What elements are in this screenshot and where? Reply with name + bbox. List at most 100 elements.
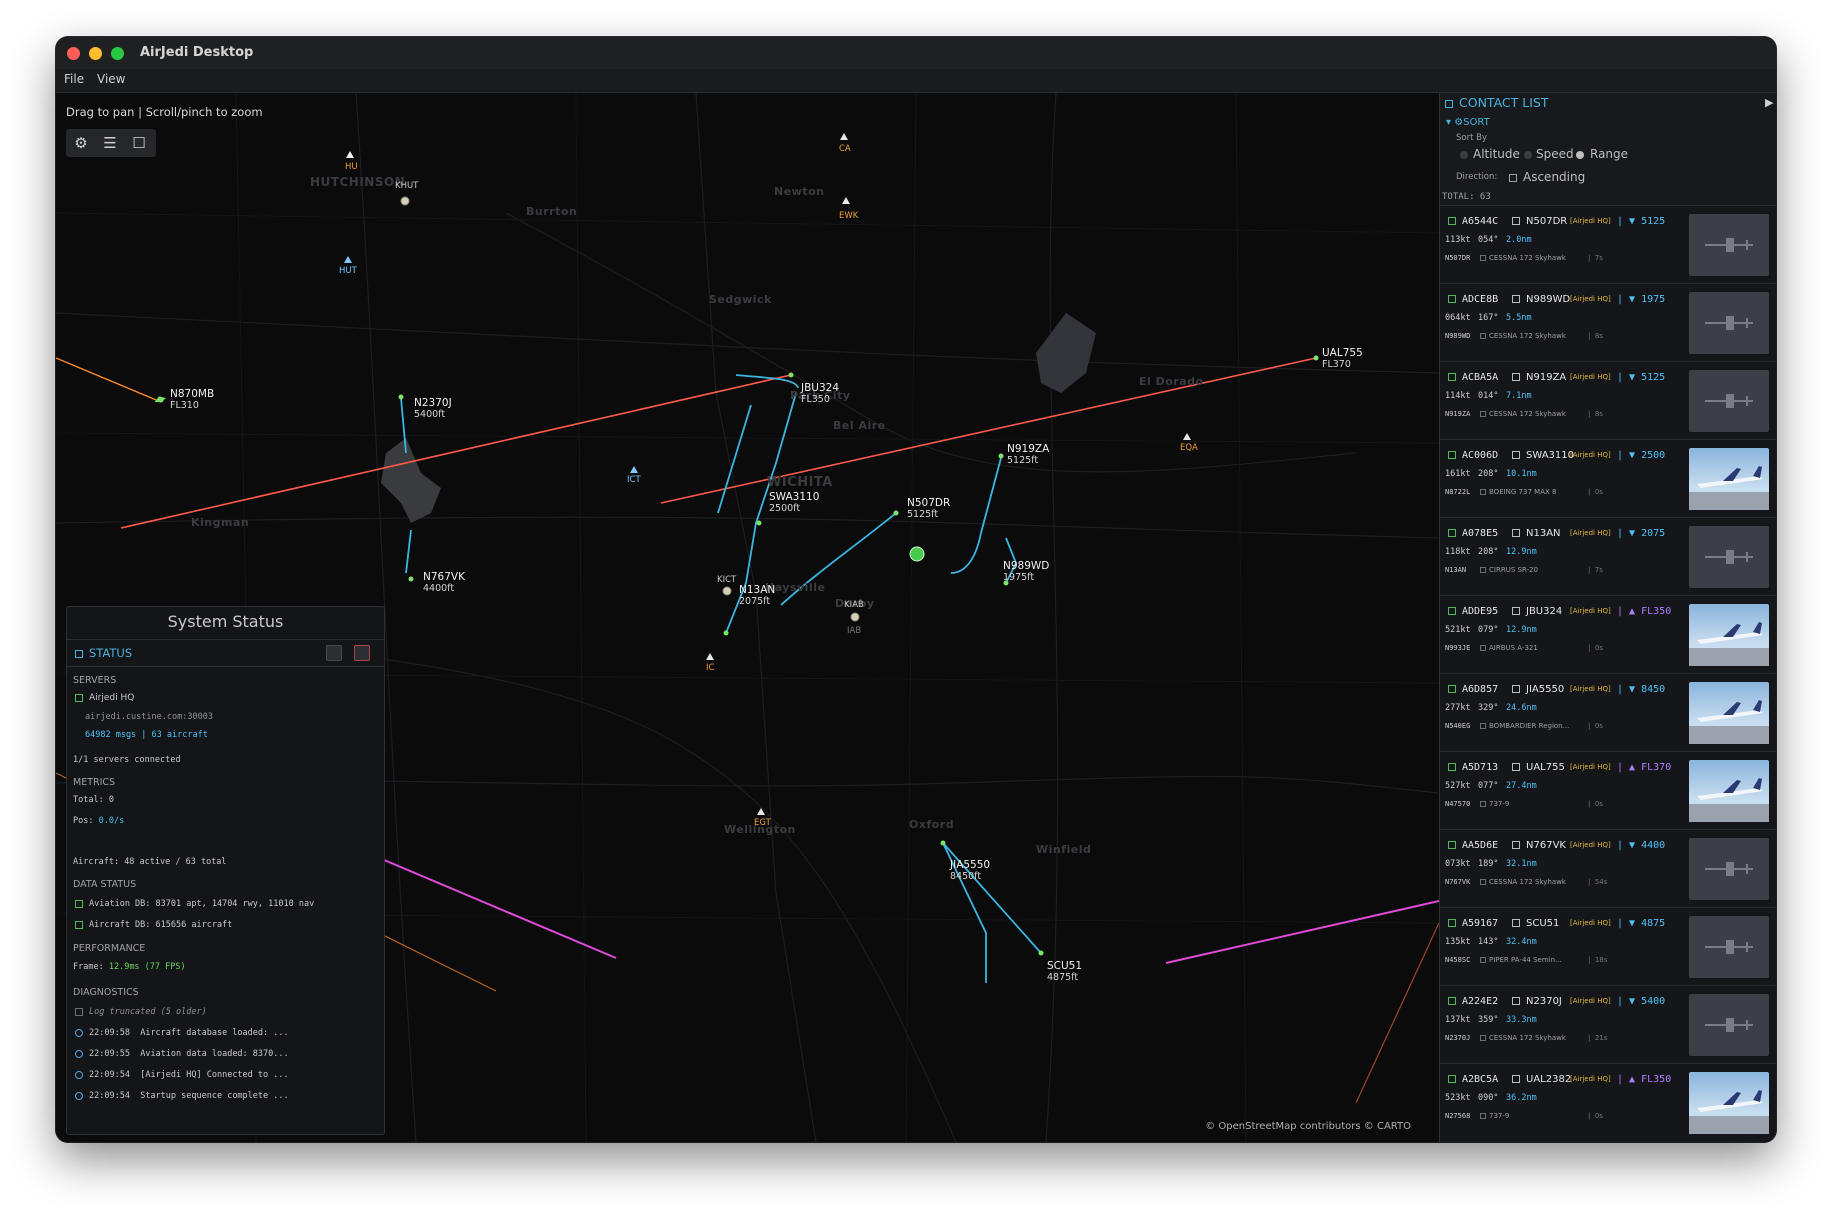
contact-age: | 18s — [1588, 956, 1608, 964]
window-icon[interactable]: ☐ — [128, 133, 150, 153]
menu-view[interactable]: View — [97, 72, 125, 86]
contact-card[interactable]: A59167 SCU51 [Airjedi HQ] | ▼ 4875 135kt 143°… — [1440, 907, 1776, 984]
contact-speed: 114kt — [1445, 391, 1471, 401]
contact-altitude: | ▼ 4400 — [1617, 840, 1666, 851]
sort-altitude-label[interactable]: Altitude — [1473, 147, 1520, 161]
contact-source: [Airjedi HQ] — [1570, 217, 1611, 225]
track-jbu324 — [120, 374, 792, 529]
contact-type: CESSNA 172 Skyhawk — [1480, 878, 1566, 886]
sort-range-radio[interactable] — [1576, 151, 1584, 159]
aircraft-label[interactable]: N989WD 1975ft — [1003, 560, 1049, 584]
minimize-panel-button[interactable] — [326, 645, 342, 661]
contact-card[interactable]: AA5D6E N767VK [Airjedi HQ] | ▼ 4400 073kt 189… — [1440, 829, 1776, 906]
contact-card[interactable]: ADDE95 JBU324 [Airjedi HQ] | ▲ FL350 521kt 07… — [1440, 595, 1776, 672]
contact-type: BOMBARDIER Region... — [1480, 722, 1569, 730]
sort-altitude-radio[interactable] — [1460, 151, 1468, 159]
aircraft-placeholder-icon — [1689, 292, 1769, 354]
sort-header[interactable]: ▾ ⚙SORT — [1446, 117, 1490, 128]
track-magenta-east — [1165, 900, 1439, 964]
log-entry: 22:09:54 [Airjedi HQ] Connected to ... — [75, 1070, 289, 1080]
menu-file[interactable]: File — [64, 72, 84, 86]
contact-range: 2.0nm — [1506, 235, 1532, 245]
aircraft-label[interactable]: N870MB FL310 — [170, 388, 214, 412]
aircraft-label[interactable]: N507DR 5125ft — [907, 497, 950, 521]
aircraft-label[interactable]: N767VK 4400ft — [423, 571, 465, 595]
log-truncated-row[interactable]: Log truncated (5 older) — [75, 1007, 207, 1017]
aircraft-photo — [1689, 448, 1769, 510]
aircraft-label[interactable]: SWA3110 2500ft — [769, 491, 819, 515]
collapse-panel-icon[interactable]: ▶ — [1765, 96, 1773, 109]
aircraft-label[interactable]: N13AN 2075ft — [739, 584, 775, 608]
aircraft-label[interactable]: N919ZA 5125ft — [1007, 443, 1049, 467]
contact-speed: 161kt — [1445, 469, 1471, 479]
list-icon[interactable]: ☰ — [99, 133, 121, 153]
contact-list-panel: CONTACT LIST ▶ ▾ ⚙SORT Sort By Altitude … — [1439, 93, 1776, 1142]
aircraft-label[interactable]: UAL755 FL370 — [1322, 347, 1363, 371]
city-label: Newton — [774, 185, 825, 198]
contact-card[interactable]: AC006D SWA3110 [Airjedi HQ] | ▼ 2500 161kt 20… — [1440, 439, 1776, 516]
contact-type: CESSNA 172 Skyhawk — [1480, 332, 1566, 340]
contact-age: | 0s — [1588, 1112, 1603, 1120]
contact-age: | 0s — [1588, 722, 1603, 730]
aircraft-label[interactable]: N2370J 5400ft — [414, 397, 452, 421]
aircraft-placeholder-icon — [1689, 526, 1769, 588]
status-section-header[interactable]: STATUS — [67, 639, 384, 667]
city-label: El Dorado — [1139, 375, 1204, 388]
contact-source: [Airjedi HQ] — [1570, 763, 1611, 771]
contact-registration: N507DR — [1445, 254, 1471, 262]
map-view[interactable]: HUTCHINSON Burrton Newton Sedgwick Park … — [56, 93, 1439, 1142]
contact-card[interactable]: A2BC5A UAL2382 [Airjedi HQ] | ▲ FL350 523kt 0… — [1440, 1063, 1776, 1140]
contact-card[interactable]: A5D713 UAL755 [Airjedi HQ] | ▲ FL370 527kt 07… — [1440, 751, 1776, 828]
airport-label: EQA — [1180, 443, 1198, 453]
gear-icon[interactable]: ⚙ — [70, 133, 92, 153]
airport-label: KICT — [717, 575, 737, 585]
contact-card[interactable]: ACBA5A N919ZA [Airjedi HQ] | ▼ 5125 114kt 014… — [1440, 361, 1776, 438]
direction-label: Direction: — [1456, 172, 1498, 182]
contact-hex: A5D713 — [1448, 762, 1498, 773]
minimize-window-button[interactable] — [89, 47, 102, 60]
contact-speed: 523kt — [1445, 1093, 1471, 1103]
contact-list-title[interactable]: CONTACT LIST — [1445, 95, 1548, 110]
contact-altitude: | ▼ 4875 — [1617, 918, 1666, 929]
aircraft-photo — [1689, 760, 1769, 822]
contact-altitude: | ▼ 1975 — [1617, 294, 1666, 305]
maximize-window-button[interactable] — [111, 47, 124, 60]
server-row[interactable]: Airjedi HQ — [75, 693, 134, 703]
contact-altitude: | ▼ 2500 — [1617, 450, 1666, 461]
sort-range-label[interactable]: Range — [1590, 147, 1628, 161]
aircraft-label[interactable]: JIA5550 8450ft — [950, 859, 990, 883]
aircraft-label[interactable]: JBU324 FL350 — [801, 382, 839, 406]
aircraft-label[interactable]: SCU51 4875ft — [1047, 960, 1082, 984]
log-entry: 22:09:55 Aviation data loaded: 8370... — [75, 1049, 289, 1059]
direction-toggle[interactable]: Ascending — [1509, 170, 1585, 184]
servers-label: SERVERS — [73, 675, 117, 686]
close-window-button[interactable] — [67, 47, 80, 60]
sort-speed-radio[interactable] — [1524, 151, 1532, 159]
contact-heading: 359° — [1478, 1015, 1499, 1025]
contact-range: 7.1nm — [1506, 391, 1532, 401]
airport-label: HU — [345, 162, 358, 172]
contact-card[interactable]: A224E2 N2370J [Airjedi HQ] | ▼ 5400 137kt 359… — [1440, 985, 1776, 1062]
contact-altitude: | ▲ FL350 — [1617, 1074, 1672, 1085]
contact-speed: 137kt — [1445, 1015, 1471, 1025]
sort-speed-label[interactable]: Speed — [1536, 147, 1574, 161]
metric-aircraft: Aircraft: 48 active / 63 total — [73, 857, 227, 867]
contact-card[interactable]: A6D857 JIA5550 [Airjedi HQ] | ▼ 8450 277kt 32… — [1440, 673, 1776, 750]
contact-card[interactable]: A6544C N507DR [Airjedi HQ] | ▼ 5125 113kt 054… — [1440, 205, 1776, 282]
contact-type: AIRBUS A-321 — [1480, 644, 1538, 652]
city-label: Burrton — [526, 205, 578, 218]
contact-source: [Airjedi HQ] — [1570, 685, 1611, 693]
contact-age: | 0s — [1588, 800, 1603, 808]
contact-card[interactable]: ADCE8B N989WD [Airjedi HQ] | ▼ 1975 064kt 167… — [1440, 283, 1776, 360]
contact-registration: N27568 — [1445, 1112, 1471, 1120]
contact-heading: 208° — [1478, 547, 1499, 557]
airport-label: EGT — [754, 818, 771, 828]
contact-heading: 143° — [1478, 937, 1499, 947]
contact-source: [Airjedi HQ] — [1570, 997, 1611, 1005]
city-label: WICHITA — [767, 475, 833, 490]
contact-range: 10.1nm — [1506, 469, 1537, 479]
contact-registration: N919ZA — [1445, 410, 1471, 418]
close-panel-button[interactable] — [354, 645, 370, 661]
map-hint: Drag to pan | Scroll/pinch to zoom — [66, 105, 263, 119]
contact-card[interactable]: A078E5 N13AN [Airjedi HQ] | ▼ 2075 118kt 208°… — [1440, 517, 1776, 594]
